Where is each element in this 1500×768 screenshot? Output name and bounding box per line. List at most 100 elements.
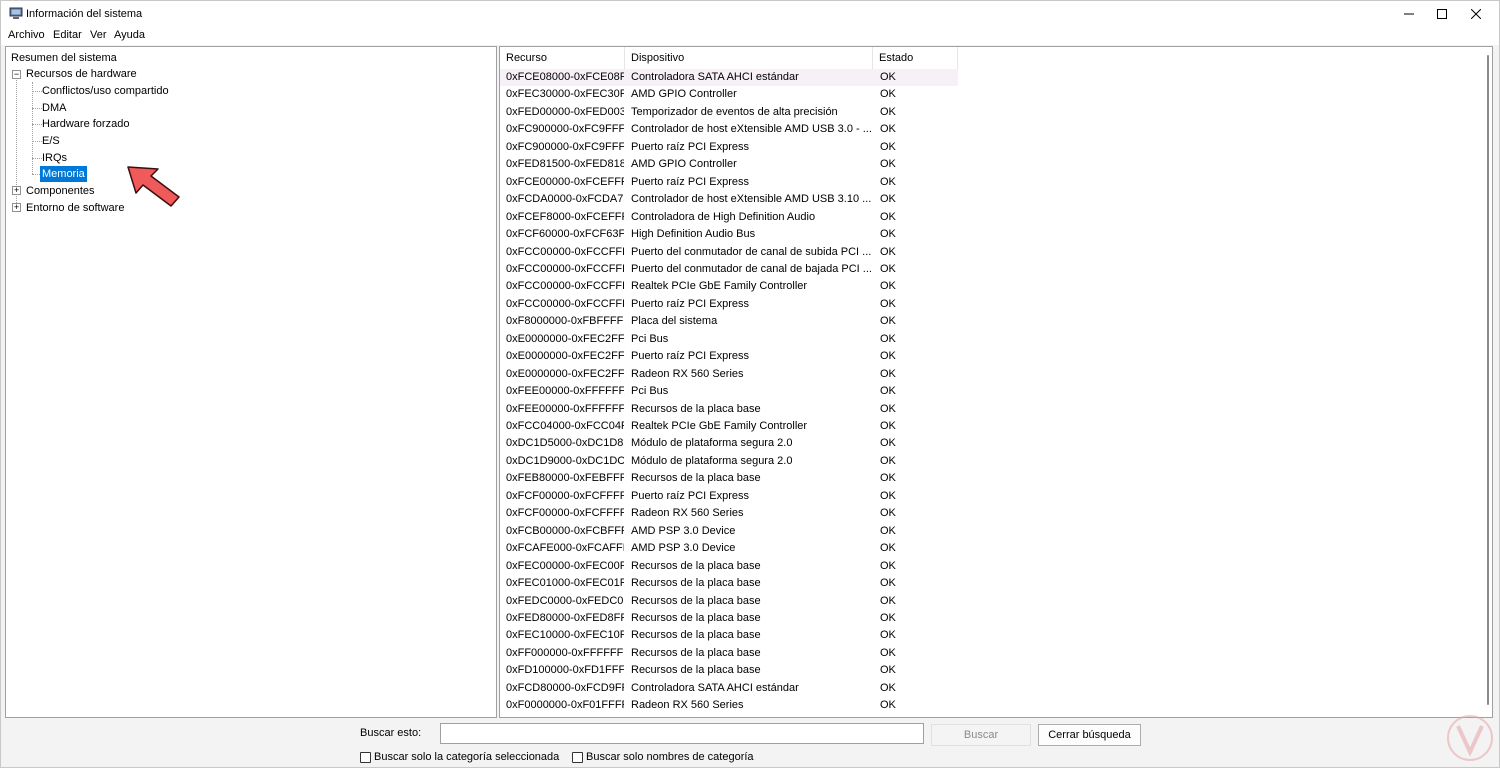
table-row[interactable]: 0xE0000000-0xFEC2FFFF Pci Bus OK bbox=[500, 331, 958, 348]
scrollbar-thumb[interactable] bbox=[1487, 55, 1489, 705]
tree-item-dma[interactable]: DMA bbox=[42, 100, 66, 116]
tree-item-hardware-resources[interactable]: Recursos de hardware bbox=[26, 66, 137, 82]
device-cell: Puerto raíz PCI Express bbox=[631, 297, 749, 310]
table-row[interactable]: 0xFCC00000-0xFCCFFFFF Puerto del conmutad… bbox=[500, 261, 958, 278]
tree-item-conflicts[interactable]: Conflictos/uso compartido bbox=[42, 83, 169, 99]
table-row[interactable]: 0xFCC04000-0xFCC04FFF Realtek PCIe GbE Fa… bbox=[500, 418, 958, 435]
resource-cell: 0xFEC30000-0xFEC30FFF bbox=[506, 88, 624, 101]
device-cell: Pci Bus bbox=[631, 385, 669, 398]
resource-cell: 0xFCF60000-0xFCF63FFF bbox=[506, 228, 624, 241]
status-cell: OK bbox=[880, 489, 896, 502]
tree-expand-toggle-hardware[interactable]: − bbox=[12, 70, 21, 79]
table-row[interactable]: 0xDC1D9000-0xDC1DC... Módulo de plataform… bbox=[500, 453, 958, 470]
table-row[interactable]: 0xFD100000-0xFD1FFFFF Recursos de la plac… bbox=[500, 662, 958, 679]
minimize-icon bbox=[1404, 13, 1414, 15]
table-row[interactable]: 0xFCC00000-0xFCCFFFFF Realtek PCIe GbE Fa… bbox=[500, 278, 958, 295]
table-row[interactable]: 0xFCC00000-0xFCCFFFFF Puerto raíz PCI Exp… bbox=[500, 296, 958, 313]
search-input[interactable] bbox=[440, 723, 924, 744]
table-row[interactable]: 0xFCAFE000-0xFCAFFFFF AMD PSP 3.0 Device O… bbox=[500, 540, 958, 557]
table-row[interactable]: 0xE0000000-0xFEC2FFFF Radeon RX 560 Serie… bbox=[500, 366, 958, 383]
device-cell: Temporizador de eventos de alta precisió… bbox=[631, 105, 838, 118]
resource-cell: 0xFEE00000-0xFFFFFFFF bbox=[506, 385, 624, 398]
table-row[interactable]: 0xFEE00000-0xFFFFFFFF Recursos de la plac… bbox=[500, 401, 958, 418]
table-row[interactable]: 0xFEB80000-0xFEBFFFFF Recursos de la plac… bbox=[500, 470, 958, 487]
status-cell: OK bbox=[880, 646, 896, 659]
table-row[interactable]: 0xFCE00000-0xFCEFFFFF Puerto raíz PCI Exp… bbox=[500, 174, 958, 191]
device-cell: Controladora SATA AHCI estándar bbox=[631, 71, 799, 83]
table-row[interactable]: 0xE0000000-0xFEC2FFFF Puerto raíz PCI Exp… bbox=[500, 348, 958, 365]
table-row[interactable]: 0xFEC10000-0xFEC10FFF Recursos de la plac… bbox=[500, 627, 958, 644]
table-row[interactable]: 0xFCC00000-0xFCCFFFFF Puerto del conmutad… bbox=[500, 244, 958, 261]
table-row[interactable]: 0xFEC30000-0xFEC30FFF AMD GPIO Controller… bbox=[500, 86, 958, 103]
resource-list[interactable]: Recurso Dispositivo Estado 0xFCE08000-0x… bbox=[499, 46, 1493, 718]
close-search-button[interactable]: Cerrar búsqueda bbox=[1038, 724, 1141, 746]
menu-ver[interactable]: Ver bbox=[90, 29, 107, 41]
table-row[interactable]: 0xFED81500-0xFED818... AMD GPIO Controlle… bbox=[500, 156, 958, 173]
tree-item-software-environment[interactable]: Entorno de software bbox=[26, 200, 124, 216]
resource-cell: 0xFCE08000-0xFCE08FFF bbox=[506, 71, 624, 83]
table-row[interactable]: 0xFCF00000-0xFCFFFFFF Radeon RX 560 Serie… bbox=[500, 505, 958, 522]
search-button[interactable]: Buscar bbox=[931, 724, 1031, 746]
table-row[interactable]: 0xFEE00000-0xFFFFFFFF Pci Bus OK bbox=[500, 383, 958, 400]
status-cell: OK bbox=[880, 611, 896, 624]
menu-editar[interactable]: Editar bbox=[53, 29, 82, 41]
tree-item-forced-hardware[interactable]: Hardware forzado bbox=[42, 116, 129, 132]
resource-cell: 0xFCDA0000-0xFCDA7... bbox=[506, 193, 624, 206]
status-cell: OK bbox=[880, 140, 896, 153]
category-tree[interactable]: Resumen del sistema − Recursos de hardwa… bbox=[5, 46, 497, 718]
device-cell: AMD PSP 3.0 Device bbox=[631, 524, 736, 537]
table-row[interactable]: 0xFEDC0000-0xFEDC0F... Recursos de la pla… bbox=[500, 593, 958, 610]
device-cell: Puerto raíz PCI Express bbox=[631, 175, 749, 188]
table-row[interactable]: 0xF0000000-0xF01FFFFF Radeon RX 560 Serie… bbox=[500, 697, 958, 714]
search-category-names-option[interactable]: Buscar solo nombres de categoría bbox=[572, 750, 754, 764]
close-button[interactable] bbox=[1453, 1, 1499, 27]
table-row[interactable]: 0xFC900000-0xFC9FFFFF Controlador de host… bbox=[500, 121, 958, 138]
table-row[interactable]: 0xFED80000-0xFED8FFFF Recursos de la plac… bbox=[500, 610, 958, 627]
resource-cell: 0xFCEF8000-0xFCEFFFFF bbox=[506, 210, 624, 223]
table-row[interactable]: 0xFCDA0000-0xFCDA7... Controlador de host… bbox=[500, 191, 958, 208]
table-row[interactable]: 0xFCE08000-0xFCE08FFF Controladora SATA A… bbox=[500, 69, 958, 87]
status-cell: OK bbox=[880, 524, 896, 537]
vertical-scrollbar[interactable] bbox=[1484, 47, 1492, 717]
tree-item-memory-selected[interactable]: Memoria bbox=[40, 166, 87, 182]
column-header-device[interactable]: Dispositivo bbox=[625, 47, 873, 69]
title-bar[interactable]: Información del sistema bbox=[1, 1, 1499, 27]
resource-cell: 0xFEB80000-0xFEBFFFFF bbox=[506, 472, 624, 485]
table-row[interactable]: 0xFEC01000-0xFEC01FFF Recursos de la plac… bbox=[500, 575, 958, 592]
tree-expand-toggle-components[interactable]: + bbox=[12, 186, 21, 195]
status-cell: OK bbox=[880, 193, 896, 206]
search-selected-category-option[interactable]: Buscar solo la categoría seleccionada bbox=[360, 750, 559, 764]
status-cell: OK bbox=[880, 507, 896, 520]
resource-cell: 0xF8000000-0xFBFFFFFF bbox=[506, 315, 624, 328]
search-selected-category-checkbox[interactable] bbox=[360, 751, 371, 763]
table-row[interactable]: 0xFEC00000-0xFEC00FFF Recursos de la plac… bbox=[500, 558, 958, 575]
status-cell: OK bbox=[880, 402, 896, 415]
table-row[interactable]: 0xFCB00000-0xFCBFFFFF AMD PSP 3.0 Device O… bbox=[500, 523, 958, 540]
table-row[interactable]: 0xFCF00000-0xFCFFFFFF Puerto raíz PCI Exp… bbox=[500, 488, 958, 505]
column-header-resource[interactable]: Recurso bbox=[500, 47, 625, 69]
table-row[interactable]: 0xFF000000-0xFFFFFFFF Recursos de la plac… bbox=[500, 645, 958, 662]
status-cell: OK bbox=[880, 472, 896, 485]
menu-ayuda[interactable]: Ayuda bbox=[114, 29, 145, 41]
table-row[interactable]: 0xFCEF8000-0xFCEFFFFF Controladora de Hig… bbox=[500, 209, 958, 226]
tree-item-components[interactable]: Componentes bbox=[26, 183, 95, 199]
device-cell: Realtek PCIe GbE Family Controller bbox=[631, 420, 808, 432]
tree-item-system-summary[interactable]: Resumen del sistema bbox=[11, 50, 117, 66]
tree-expand-toggle-software[interactable]: + bbox=[12, 203, 21, 212]
search-category-names-checkbox[interactable] bbox=[572, 751, 583, 763]
resource-cell: 0xFF000000-0xFFFFFFFF bbox=[506, 646, 624, 659]
column-header-status[interactable]: Estado bbox=[873, 47, 958, 69]
device-cell: Radeon RX 560 Series bbox=[631, 699, 744, 712]
table-row[interactable]: 0xFCD80000-0xFCD9FF... Controladora SATA … bbox=[500, 680, 958, 697]
table-row[interactable]: 0xFED00000-0xFED003... Temporizador de ev… bbox=[500, 104, 958, 121]
tree-item-io[interactable]: E/S bbox=[42, 133, 60, 149]
resource-cell: 0xFC900000-0xFC9FFFFF bbox=[506, 123, 624, 136]
table-row[interactable]: 0xFCF60000-0xFCF63FFF High Definition Aud… bbox=[500, 226, 958, 243]
resource-cell: 0xFC900000-0xFC9FFFFF bbox=[506, 140, 624, 153]
table-row[interactable]: 0xDC1D5000-0xDC1D8... Módulo de plataform… bbox=[500, 435, 958, 452]
tree-item-irqs[interactable]: IRQs bbox=[42, 150, 67, 166]
status-cell: OK bbox=[880, 245, 896, 258]
table-row[interactable]: 0xF8000000-0xFBFFFFFF Placa del sistema OK bbox=[500, 313, 958, 330]
table-row[interactable]: 0xFC900000-0xFC9FFFFF Puerto raíz PCI Exp… bbox=[500, 139, 958, 156]
menu-archivo[interactable]: Archivo bbox=[8, 29, 45, 41]
